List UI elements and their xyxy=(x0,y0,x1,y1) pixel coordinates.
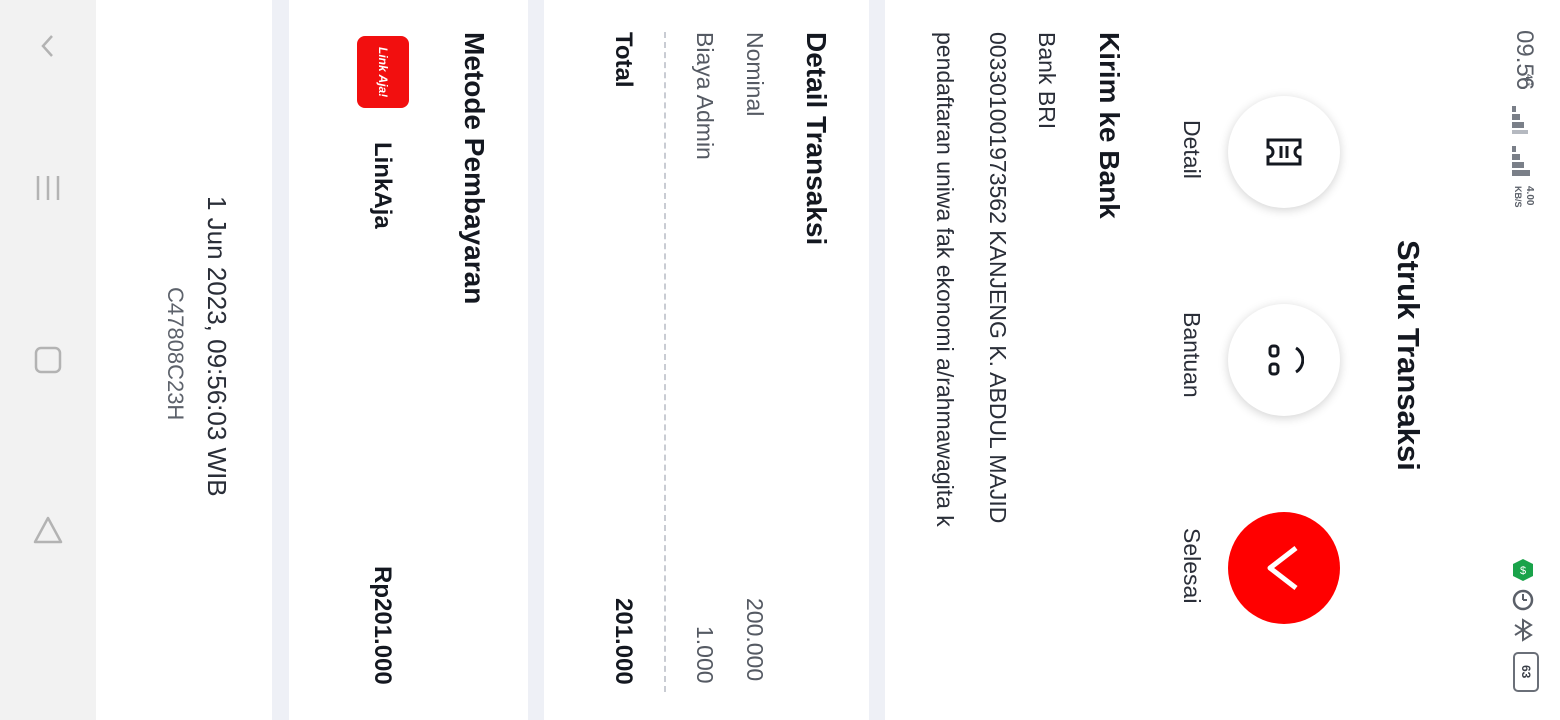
payment-amount: Rp201.000 xyxy=(369,566,396,685)
money-app-icon: $ xyxy=(1511,558,1535,587)
recipient-account: 003301001973562 KANJENG K. ABDUL MAJID xyxy=(985,32,1011,524)
battery-level: 63 xyxy=(1519,665,1533,679)
payment-panel xyxy=(289,0,528,720)
transfer-note: pendaftaran uniwa fak ekonomi a/rahmawag… xyxy=(932,32,958,527)
network-type: 4G xyxy=(1524,74,1534,87)
speed-unit: KB/S xyxy=(1513,186,1523,208)
nominal-value: 200.000 xyxy=(742,598,768,682)
detail-label: Detail xyxy=(1179,120,1205,179)
check-icon xyxy=(1267,546,1298,590)
payment-method: LinkAja xyxy=(369,142,396,229)
alarm-icon xyxy=(1511,588,1535,617)
page-title: Struk Transaksi xyxy=(1391,240,1426,471)
bluetooth-icon xyxy=(1511,618,1535,647)
bantuan-label: Bantuan xyxy=(1179,312,1205,398)
back-nav-icon[interactable] xyxy=(18,16,78,76)
total-label: Total xyxy=(610,32,637,88)
recent-apps-icon[interactable] xyxy=(18,158,78,218)
linkaja-logo-text: Link Aja! xyxy=(376,46,390,98)
transaction-datetime: 1 Jun 2023, 09:56:03 WIB xyxy=(202,196,232,497)
svg-text:$: $ xyxy=(1520,565,1526,577)
transaction-detail-heading: Detail Transaksi xyxy=(801,32,832,246)
transaction-reference: C47808C23H xyxy=(163,287,188,421)
payment-heading: Metode Pembayaran xyxy=(459,32,490,305)
nominal-label: Nominal xyxy=(742,32,768,117)
linkaja-logo: Link Aja! xyxy=(357,36,409,108)
admin-fee-label: Biaya Admin xyxy=(692,32,718,160)
selesai-label: Selesai xyxy=(1179,528,1205,604)
detail-button[interactable] xyxy=(1228,96,1340,208)
divider xyxy=(272,0,289,720)
divider xyxy=(528,0,544,720)
signal-icon xyxy=(1512,104,1534,139)
home-nav-icon[interactable] xyxy=(18,330,78,390)
divider xyxy=(869,0,885,720)
bantuan-button[interactable] xyxy=(1228,304,1340,416)
headset-icon xyxy=(1268,344,1304,376)
admin-fee-value: 1.000 xyxy=(692,626,718,684)
battery-icon: 63 xyxy=(1513,652,1539,692)
total-value: 201.000 xyxy=(610,598,637,685)
selesai-button[interactable] xyxy=(1228,512,1340,624)
recipient-bank: Bank BRI xyxy=(1034,32,1060,130)
dashed-separator xyxy=(664,32,666,692)
receipt-icon xyxy=(1266,138,1302,166)
speed-value: 4.00 xyxy=(1524,186,1535,206)
triangle-nav-icon[interactable] xyxy=(18,500,78,560)
wifi-signal-icon xyxy=(1512,144,1534,181)
recipient-heading: Kirim ke Bank xyxy=(1094,32,1125,219)
